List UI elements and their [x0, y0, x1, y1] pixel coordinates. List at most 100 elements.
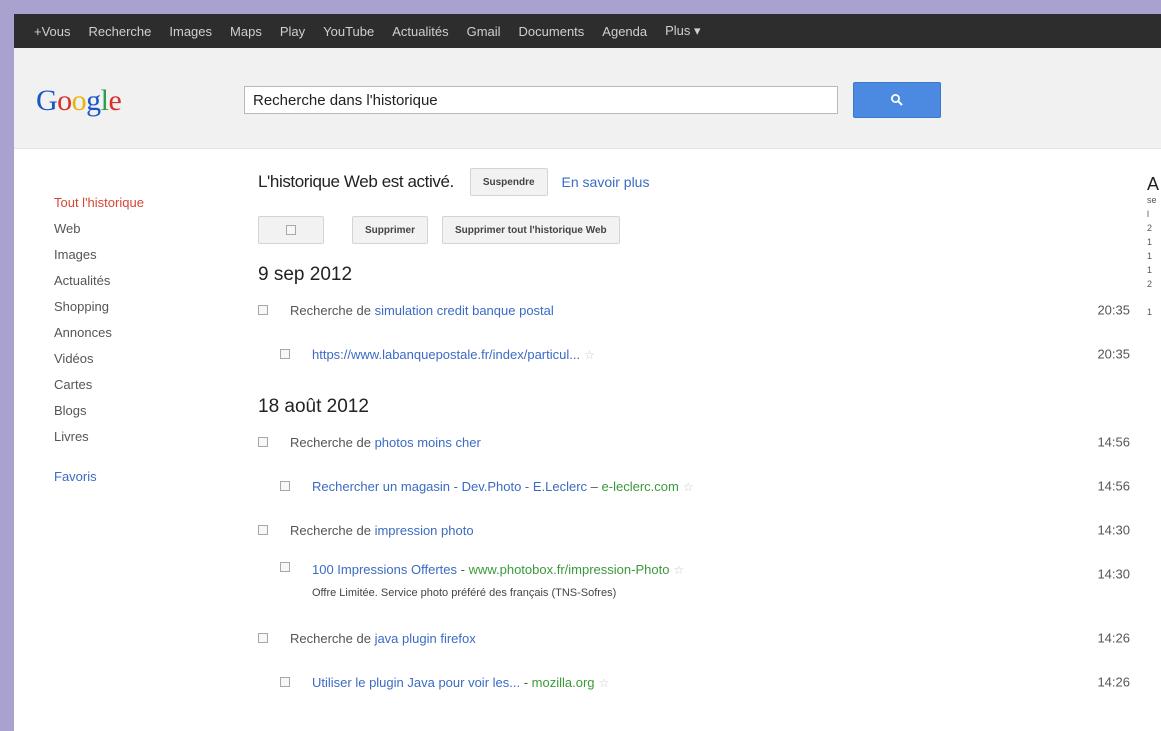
- nav-plus-vous[interactable]: +Vous: [34, 24, 71, 39]
- nav-youtube[interactable]: YouTube: [323, 24, 374, 39]
- history-sidebar: Tout l'historique Web Images Actualités …: [54, 190, 214, 490]
- result-link[interactable]: Utiliser le plugin Java pour voir les...: [312, 675, 520, 690]
- result-link[interactable]: Rechercher un magasin - Dev.Photo - E.Le…: [312, 479, 587, 494]
- panel-line: se: [1147, 195, 1157, 205]
- history-search-entry: Recherche de photos moins cher 14:56: [258, 420, 1138, 464]
- search-query-link[interactable]: java plugin firefox: [375, 631, 476, 646]
- entry-checkbox[interactable]: [258, 437, 268, 447]
- select-all-checkbox[interactable]: [286, 225, 296, 235]
- google-top-bar: +Vous Recherche Images Maps Play YouTube…: [14, 14, 1161, 48]
- sidebar-item-videos[interactable]: Vidéos: [54, 346, 214, 372]
- search-button[interactable]: [853, 82, 941, 118]
- entry-time: 14:30: [1097, 522, 1130, 538]
- entry-checkbox[interactable]: [280, 481, 290, 491]
- nav-actualites[interactable]: Actualités: [392, 24, 448, 39]
- star-icon[interactable]: ☆: [683, 480, 694, 494]
- entry-checkbox[interactable]: [258, 525, 268, 535]
- search-query-link[interactable]: photos moins cher: [375, 435, 481, 450]
- panel-line: 1: [1147, 307, 1153, 317]
- learn-more-link[interactable]: En savoir plus: [562, 174, 650, 190]
- sidebar-item-maps[interactable]: Cartes: [54, 372, 214, 398]
- select-all-button[interactable]: [258, 216, 324, 244]
- sidebar-item-shopping[interactable]: Shopping: [54, 294, 214, 320]
- separator: -: [457, 562, 469, 577]
- nav-images[interactable]: Images: [169, 24, 212, 39]
- entry-checkbox[interactable]: [280, 562, 290, 572]
- entry-prefix: Recherche de: [290, 434, 375, 450]
- entry-time: 14:56: [1097, 434, 1130, 450]
- site-domain: www.photobox.fr/impression-Photo: [468, 562, 670, 577]
- entry-checkbox[interactable]: [280, 677, 290, 687]
- history-result-entry: Utiliser le plugin Java pour voir les...…: [258, 660, 1138, 704]
- result-link[interactable]: 100 Impressions Offertes: [312, 562, 457, 577]
- entry-prefix: Recherche de: [290, 522, 375, 538]
- result-link[interactable]: https://www.labanquepostale.fr/index/par…: [312, 347, 580, 362]
- panel-line: 2: [1147, 223, 1153, 233]
- sidebar-item-news[interactable]: Actualités: [54, 268, 214, 294]
- star-icon[interactable]: ☆: [584, 348, 595, 362]
- star-icon[interactable]: ☆: [599, 676, 610, 690]
- nav-plus-menu[interactable]: Plus ▾: [665, 23, 700, 39]
- separator: -: [520, 674, 532, 690]
- entry-time: 14:30: [1097, 566, 1130, 582]
- sidebar-item-web[interactable]: Web: [54, 216, 214, 242]
- logo-letter: G: [36, 84, 58, 117]
- logo-letter: o: [71, 84, 87, 117]
- panel-line: l: [1147, 209, 1149, 219]
- history-main: L'historique Web est activé. Suspendre E…: [258, 164, 1138, 704]
- page-header: Google: [14, 48, 1161, 149]
- panel-line: 1: [1147, 265, 1153, 275]
- nav-gmail[interactable]: Gmail: [467, 24, 501, 39]
- suspend-button[interactable]: Suspendre: [469, 168, 548, 196]
- nav-documents[interactable]: Documents: [519, 24, 585, 39]
- entry-prefix: Recherche de: [290, 630, 375, 646]
- entry-checkbox[interactable]: [280, 349, 290, 359]
- date-heading: 9 sep 2012: [258, 264, 353, 285]
- nav-recherche[interactable]: Recherche: [89, 24, 152, 39]
- history-search-input[interactable]: [244, 86, 838, 114]
- entry-checkbox[interactable]: [258, 633, 268, 643]
- google-logo[interactable]: Google: [36, 84, 122, 118]
- history-search-entry: Recherche de simulation credit banque po…: [258, 288, 1138, 332]
- logo-letter: g: [86, 84, 101, 117]
- delete-button[interactable]: Supprimer: [352, 216, 429, 244]
- panel-line: 1: [1147, 237, 1153, 247]
- history-result-entry: 100 Impressions Offertes - www.photobox.…: [258, 552, 1138, 616]
- entry-time: 20:35: [1097, 302, 1130, 318]
- sidebar-item-books[interactable]: Livres: [54, 424, 214, 450]
- sidebar-item-blogs[interactable]: Blogs: [54, 398, 214, 424]
- nav-agenda[interactable]: Agenda: [602, 24, 647, 39]
- search-query-link[interactable]: impression photo: [375, 523, 474, 538]
- logo-letter: l: [100, 84, 109, 117]
- entry-time: 14:26: [1097, 630, 1130, 646]
- delete-all-history-button[interactable]: Supprimer tout l'historique Web: [442, 216, 620, 244]
- logo-letter: e: [108, 84, 122, 117]
- sidebar-item-images[interactable]: Images: [54, 242, 214, 268]
- history-status-row: L'historique Web est activé. Suspendre E…: [258, 164, 1138, 200]
- separator: –: [587, 478, 602, 494]
- sidebar-item-all-history[interactable]: Tout l'historique: [54, 190, 214, 216]
- entry-checkbox[interactable]: [258, 305, 268, 315]
- star-icon[interactable]: ☆: [673, 563, 684, 577]
- panel-heading: A: [1147, 174, 1160, 194]
- panel-line: 2: [1147, 279, 1153, 289]
- search-icon: [891, 94, 903, 106]
- entry-prefix: Recherche de: [290, 302, 375, 318]
- history-actions-row: Supprimer Supprimer tout l'historique We…: [258, 216, 1138, 244]
- browser-screen: +Vous Recherche Images Maps Play YouTube…: [14, 14, 1161, 731]
- search-query-link[interactable]: simulation credit banque postal: [375, 303, 554, 318]
- sidebar-item-favorites[interactable]: Favoris: [54, 464, 214, 490]
- history-search-entry: Recherche de impression photo 14:30: [258, 508, 1138, 552]
- entry-time: 20:35: [1097, 346, 1130, 362]
- history-search-entry: Recherche de java plugin firefox 14:26: [258, 616, 1138, 660]
- panel-line: [1147, 293, 1161, 307]
- history-result-entry: https://www.labanquepostale.fr/index/par…: [258, 332, 1138, 376]
- panel-line: 1: [1147, 251, 1153, 261]
- right-side-panel: A se l 2 1 1 1 2 1: [1147, 174, 1161, 321]
- logo-letter: o: [57, 84, 72, 117]
- history-result-entry: Rechercher un magasin - Dev.Photo - E.Le…: [258, 464, 1138, 508]
- date-heading: 18 août 2012: [258, 396, 369, 417]
- nav-maps[interactable]: Maps: [230, 24, 262, 39]
- nav-play[interactable]: Play: [280, 24, 305, 39]
- sidebar-item-ads[interactable]: Annonces: [54, 320, 214, 346]
